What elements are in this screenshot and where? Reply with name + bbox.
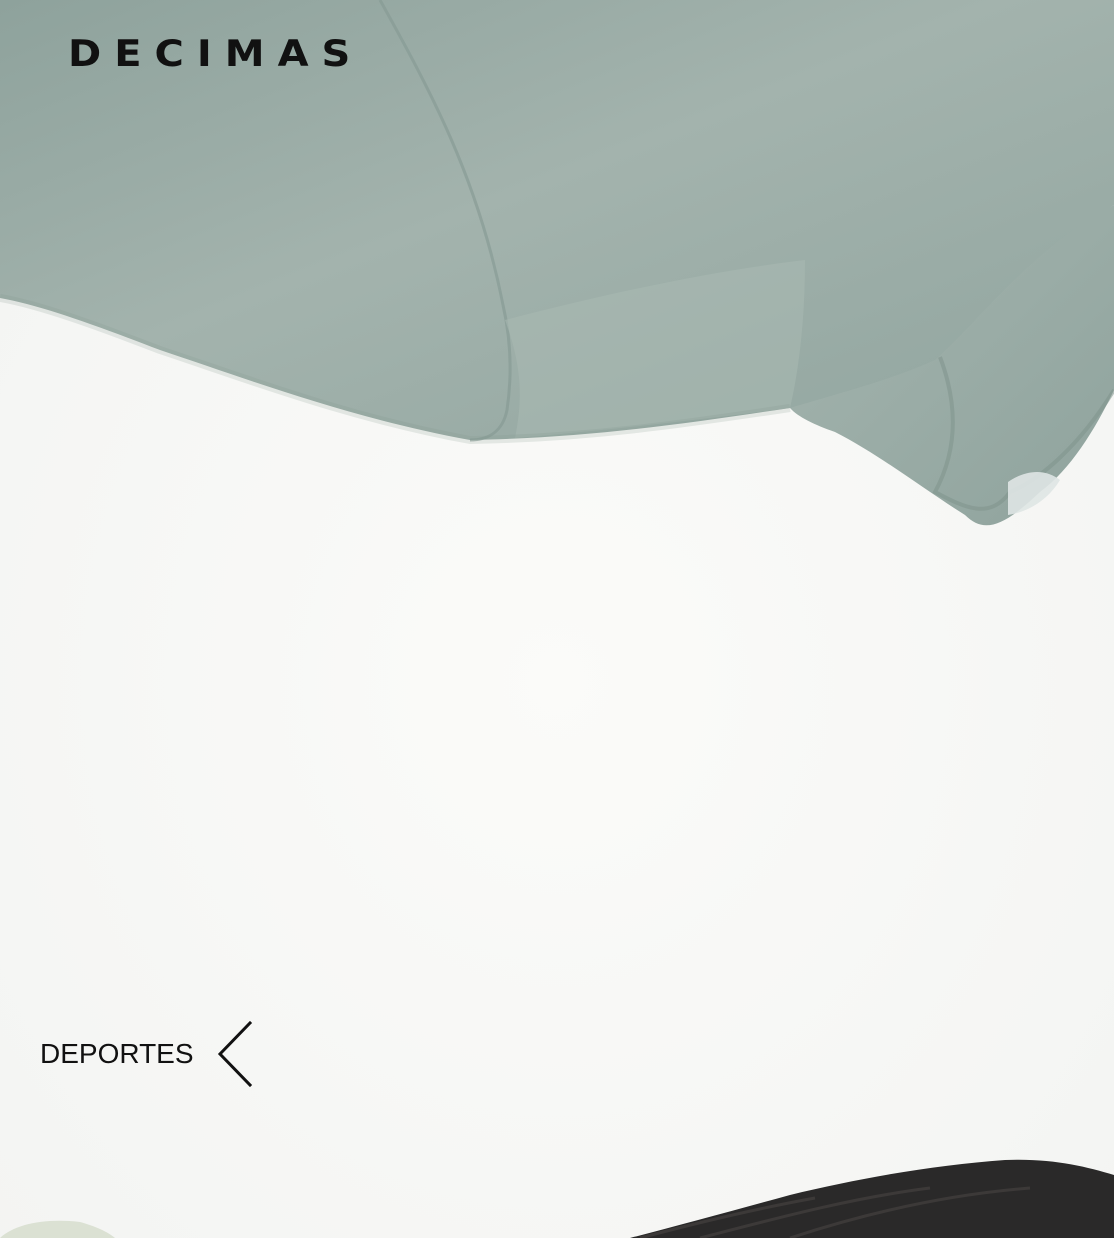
brand-logo[interactable]: DECIMAS — [68, 34, 363, 74]
category-label[interactable]: DEPORTES — [40, 1038, 194, 1070]
chevron-left-icon[interactable] — [216, 1021, 260, 1087]
product-page: DECIMAS DEPORTES — [0, 0, 1114, 1238]
category-navigation[interactable]: DEPORTES — [40, 1021, 260, 1087]
